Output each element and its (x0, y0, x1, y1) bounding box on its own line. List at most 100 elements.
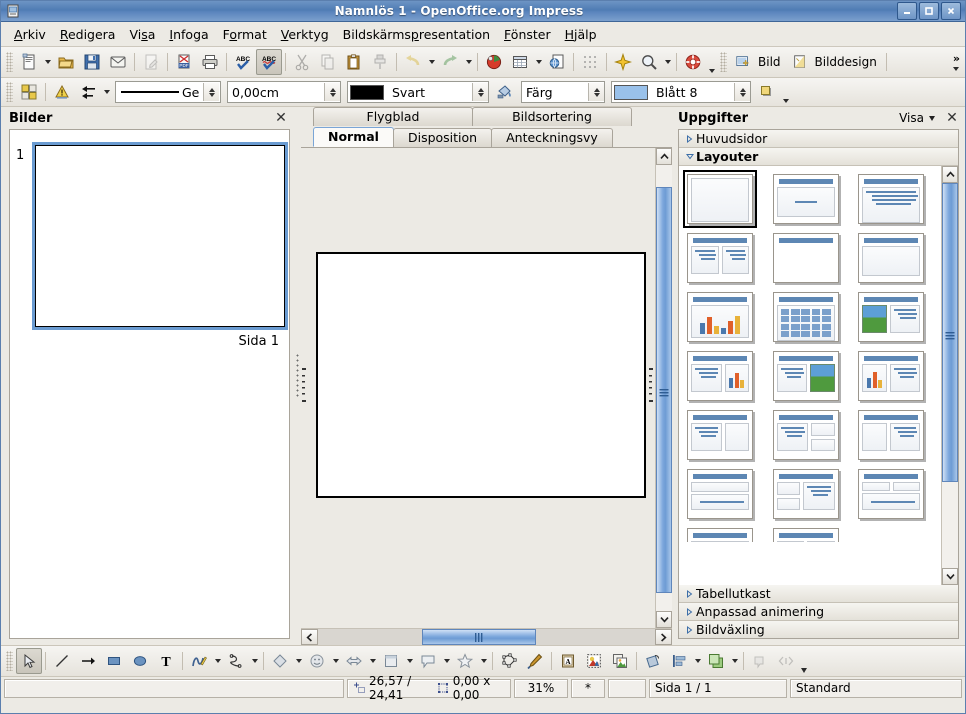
flowchart-dropdown[interactable] (404, 649, 415, 673)
rotate-tool[interactable] (640, 648, 666, 674)
area-color-spin[interactable] (734, 83, 750, 101)
section-huvudsidor[interactable]: Huvudsidor (679, 130, 958, 148)
layout-title-bullets[interactable] (858, 174, 925, 224)
slide-editing-page[interactable] (316, 252, 646, 498)
layout-title-table[interactable] (772, 292, 839, 342)
callouts-tool[interactable] (415, 648, 441, 674)
help-button[interactable] (680, 49, 706, 75)
warning-triangle-icon[interactable] (49, 79, 75, 105)
layout-bullets-box[interactable] (687, 410, 753, 460)
canvas-hscroll-track[interactable] (318, 629, 655, 645)
canvas-horizontal-scrollbar[interactable] (301, 628, 672, 645)
arrow-tool[interactable] (75, 648, 101, 674)
text-tool[interactable]: T (153, 648, 179, 674)
layout-box-over-bullets[interactable] (687, 469, 753, 519)
spelling-button[interactable]: ABC (230, 49, 256, 75)
line-tool[interactable] (49, 648, 75, 674)
collapse-triangle-icon[interactable] (683, 153, 696, 160)
line-width-spin-buttons[interactable] (324, 83, 340, 101)
shadow-dropdown[interactable] (780, 79, 791, 106)
line-style-combo[interactable]: Ge (115, 81, 221, 103)
paint-can-icon[interactable] (492, 79, 518, 105)
slides-panel-close-icon[interactable]: ✕ (274, 111, 288, 125)
grid-toggle-icon[interactable] (16, 79, 42, 105)
paste-button[interactable] (341, 49, 367, 75)
gluepoints-tool[interactable] (522, 648, 548, 674)
tasks-scroll-up-button[interactable] (942, 166, 958, 183)
layout-bullets-two-box[interactable] (772, 410, 839, 460)
callouts-dropdown[interactable] (441, 649, 452, 673)
layout-two-box-over[interactable] (858, 469, 925, 519)
block-arrows-tool[interactable] (341, 648, 367, 674)
section-anpassad-animering[interactable]: Anpassad animering (679, 603, 958, 621)
alignment-tool[interactable] (666, 648, 692, 674)
display-grid-button[interactable] (577, 49, 603, 75)
shadow-object-tool[interactable] (747, 648, 773, 674)
print-button[interactable] (197, 49, 223, 75)
tasks-scroll-down-button[interactable] (942, 568, 958, 585)
alignment-dropdown[interactable] (692, 649, 703, 673)
basic-shapes-tool[interactable] (267, 648, 293, 674)
slide-item[interactable]: 1 (10, 130, 289, 330)
layout-title-content[interactable] (772, 174, 839, 224)
tasks-vscroll-thumb[interactable] (942, 183, 958, 482)
block-arrows-dropdown[interactable] (367, 649, 378, 673)
area-style-spin[interactable] (588, 83, 604, 101)
maximize-button[interactable] (919, 2, 939, 20)
export-pdf-button[interactable]: PDF (171, 49, 197, 75)
tab-normal[interactable]: Normal (313, 127, 394, 147)
gallery-tool[interactable] (607, 648, 633, 674)
drawbar-grip[interactable] (6, 651, 13, 671)
area-style-combo[interactable]: Färg (521, 81, 605, 103)
interaction-tool[interactable] (773, 648, 799, 674)
menu-bildskarmspresentation[interactable]: Bildskärmspresentation (336, 25, 497, 44)
menu-arkiv[interactable]: AArkivrkiv (7, 25, 53, 44)
redo-button[interactable] (437, 49, 463, 75)
hyperlink-button[interactable] (544, 49, 570, 75)
minimize-button[interactable] (897, 2, 917, 20)
new-slide-button[interactable] (730, 49, 756, 75)
section-bildvaxling[interactable]: Bildväxling (679, 621, 958, 638)
arrange-objects-dropdown[interactable] (729, 649, 740, 673)
select-tool[interactable] (16, 648, 42, 674)
layout-two-box-bullets[interactable] (772, 469, 839, 519)
menu-format[interactable]: Format (216, 25, 274, 44)
edit-file-button[interactable] (138, 49, 164, 75)
arrange-objects-tool[interactable] (703, 648, 729, 674)
scroll-up-button[interactable] (656, 148, 672, 165)
chevron-down-icon[interactable] (929, 115, 935, 121)
slide-canvas[interactable] (308, 148, 648, 628)
stars-tool[interactable] (452, 648, 478, 674)
toolbar-overflow-caret[interactable] (953, 66, 960, 71)
table-button[interactable] (507, 49, 533, 75)
toolbar-grip[interactable] (6, 52, 13, 72)
layout-title-blank[interactable] (858, 233, 925, 283)
symbol-shapes-tool[interactable] (304, 648, 330, 674)
tasks-vertical-scrollbar[interactable] (941, 166, 958, 585)
undo-dropdown[interactable] (426, 50, 437, 74)
fontwork-tool[interactable]: A (555, 648, 581, 674)
symbol-shapes-dropdown[interactable] (330, 649, 341, 673)
line-width-spin[interactable]: 0,00cm (227, 81, 341, 103)
zoom-dropdown[interactable] (662, 50, 673, 74)
section-layouter[interactable]: Layouter (679, 148, 958, 166)
status-zoom-field[interactable]: 31% (514, 678, 568, 698)
arrange-dropdown[interactable] (101, 80, 112, 104)
tasks-vscroll-track[interactable] (942, 183, 958, 568)
canvas-hscroll-thumb[interactable] (422, 629, 536, 645)
area-color-combo[interactable]: Blått 8 (611, 81, 751, 103)
curve-pen-tool[interactable] (186, 648, 212, 674)
shadow-icon[interactable] (754, 79, 780, 105)
stars-dropdown[interactable] (478, 649, 489, 673)
copy-button[interactable] (315, 49, 341, 75)
layout-title-image-bullets[interactable] (858, 292, 925, 342)
canvas-vertical-scrollbar[interactable] (655, 148, 672, 628)
layout-title-chart[interactable] (687, 292, 753, 342)
basic-shapes-dropdown[interactable] (293, 649, 304, 673)
menu-hjalp[interactable]: Hjälp (558, 25, 604, 44)
layout-title-only[interactable] (772, 233, 839, 283)
canvas-vscroll-track[interactable] (656, 165, 672, 611)
layout-box-bullets[interactable] (858, 410, 925, 460)
redo-dropdown[interactable] (463, 50, 474, 74)
curve-dropdown[interactable] (212, 649, 223, 673)
